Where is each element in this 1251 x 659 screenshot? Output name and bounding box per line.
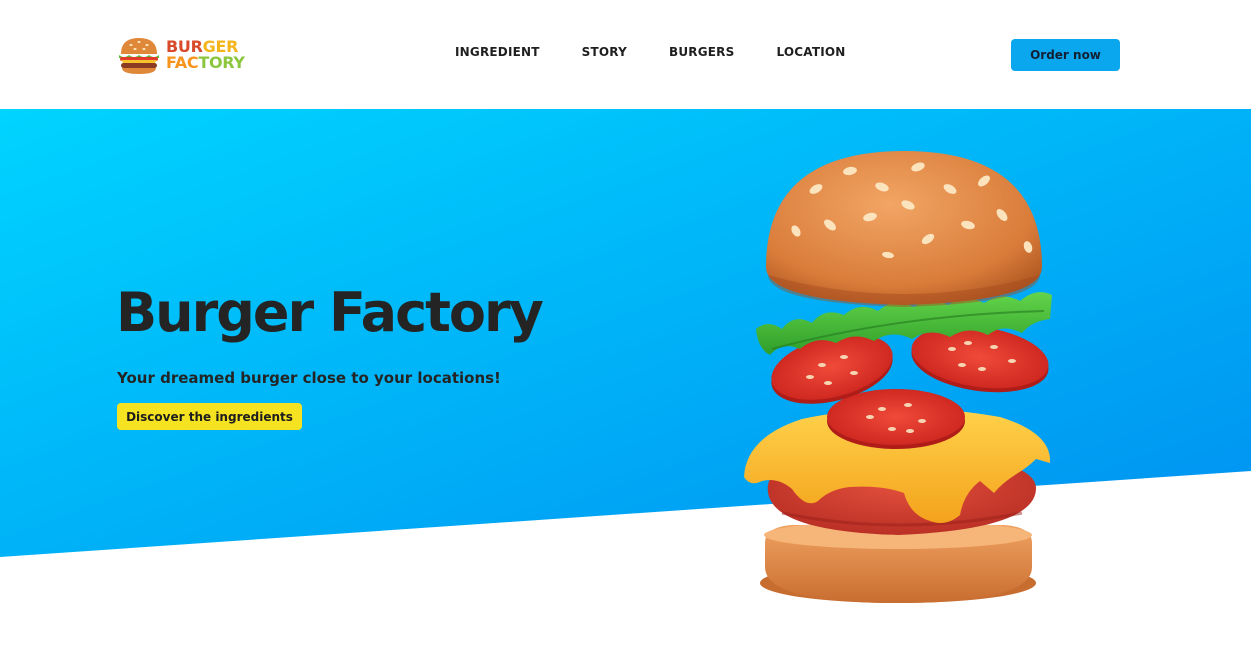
order-now-button[interactable]: Order now <box>1011 39 1120 71</box>
logo-text-line2a: FAC <box>166 53 199 72</box>
discover-ingredients-button[interactable]: Discover the ingredients <box>117 403 302 430</box>
site-header: BURGER FACTORY INGREDIENT STORY BURGERS … <box>0 0 1251 109</box>
hero-section: Burger Factory Your dreamed burger close… <box>0 109 1251 659</box>
burger-logo-icon <box>119 38 159 74</box>
burger-illustration <box>744 151 1052 603</box>
logo[interactable]: BURGER FACTORY <box>116 32 256 78</box>
main-nav: INGREDIENT STORY BURGERS LOCATION <box>455 45 888 59</box>
nav-item-location[interactable]: LOCATION <box>776 45 845 59</box>
logo-text: BURGER FACTORY <box>166 39 245 71</box>
nav-item-story[interactable]: STORY <box>582 45 627 59</box>
nav-item-ingredient[interactable]: INGREDIENT <box>455 45 540 59</box>
hero-title: Burger Factory <box>116 281 544 344</box>
logo-text-line2b: TORY <box>198 53 245 72</box>
hero-subtitle: Your dreamed burger close to your locati… <box>117 369 501 387</box>
nav-item-burgers[interactable]: BURGERS <box>669 45 734 59</box>
